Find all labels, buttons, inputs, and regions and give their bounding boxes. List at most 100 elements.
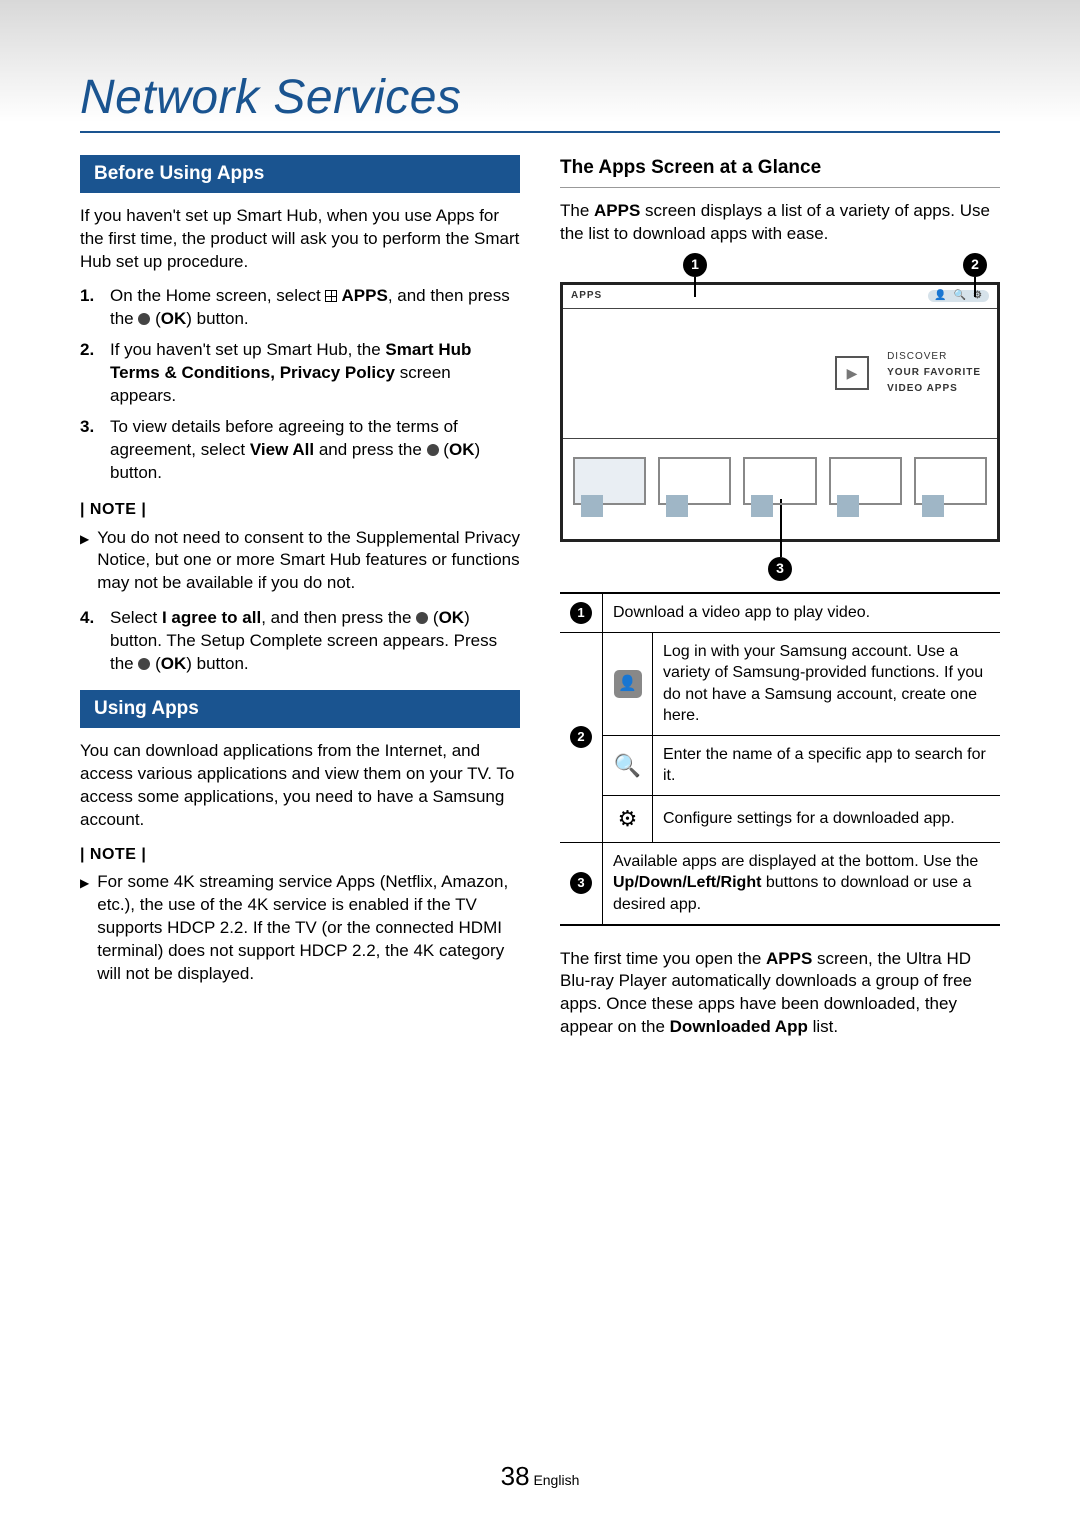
legend-num-1: 1 <box>570 602 592 624</box>
setup-steps-cont: 4. Select I agree to all, and then press… <box>80 607 520 676</box>
t: YOUR FAVORITE <box>887 365 981 381</box>
legend-text: Enter the name of a specific app to sear… <box>653 735 1001 795</box>
step-text: Select I agree to all, and then press th… <box>110 607 520 676</box>
note-text: For some 4K streaming service Apps (Netf… <box>97 871 520 986</box>
t: , and then press the <box>261 608 416 627</box>
legend-num-3: 3 <box>570 872 592 894</box>
legend-text: Log in with your Samsung account. Use a … <box>653 632 1001 735</box>
t: If you haven't set up Smart Hub, the <box>110 340 385 359</box>
legend-text: Download a video app to play video. <box>603 593 1001 633</box>
callout-1: 1 <box>683 253 707 277</box>
step-text: On the Home screen, select APPS, and the… <box>110 285 520 331</box>
apps-label: APPS <box>571 289 602 303</box>
app-tile <box>573 457 646 505</box>
note-header: | NOTE | <box>80 844 520 866</box>
page-lang: English <box>533 1472 579 1488</box>
app-tile <box>658 457 731 505</box>
callout-line <box>974 277 976 297</box>
t: The <box>560 201 594 220</box>
step-4: 4. Select I agree to all, and then press… <box>80 607 520 676</box>
ok-button-icon <box>427 444 439 456</box>
app-tile <box>743 457 816 505</box>
before-using-apps-header: Before Using Apps <box>80 155 520 193</box>
bullet-icon: ▶ <box>80 871 89 986</box>
t: DISCOVER <box>887 349 981 365</box>
step-1: 1. On the Home screen, select APPS, and … <box>80 285 520 331</box>
t: APPS <box>337 286 387 305</box>
glance-para: The APPS screen displays a list of a var… <box>560 200 1000 246</box>
t: Downloaded App <box>670 1017 808 1036</box>
note-item: ▶ For some 4K streaming service Apps (Ne… <box>80 871 520 986</box>
legend-num-2: 2 <box>570 726 592 748</box>
right-column: The Apps Screen at a Glance The APPS scr… <box>560 155 1000 1051</box>
note-text: You do not need to consent to the Supple… <box>97 527 520 596</box>
ok-button-icon <box>138 658 150 670</box>
apps-screen-diagram: 1 2 3 APPS 👤 🔍 ⚙ ▶ DISCOVER <box>560 282 1000 542</box>
account-icon: 👤 <box>934 291 947 301</box>
callout-line <box>780 499 782 557</box>
t: (OK) button. <box>150 654 248 673</box>
step-num: 4. <box>80 607 100 676</box>
step-num: 2. <box>80 339 100 408</box>
before-para: If you haven't set up Smart Hub, when yo… <box>80 205 520 274</box>
step-num: 3. <box>80 416 100 485</box>
t: Up/Down/Left/Right <box>613 874 761 891</box>
legend-row-3: 3 Available apps are displayed at the bo… <box>560 842 1000 924</box>
t: Select <box>110 608 162 627</box>
t: list. <box>808 1017 838 1036</box>
apps-top-bar: APPS 👤 🔍 ⚙ <box>563 285 997 309</box>
tile-badge <box>751 495 773 517</box>
legend-row-1: 1 Download a video app to play video. <box>560 593 1000 633</box>
step-text: To view details before agreeing to the t… <box>110 416 520 485</box>
app-tile <box>914 457 987 505</box>
t: Available apps are displayed at the bott… <box>613 853 978 870</box>
page-number: 38 <box>501 1461 530 1491</box>
legend-row-2c: ⚙ Configure settings for a downloaded ap… <box>560 796 1000 843</box>
tile-badge <box>922 495 944 517</box>
legend-text: Configure settings for a downloaded app. <box>653 796 1001 843</box>
search-icon: 🔍 <box>603 735 653 795</box>
page-footer: 38 English <box>0 1461 1080 1492</box>
note-header: | NOTE | <box>80 499 520 521</box>
legend-row-2b: 🔍 Enter the name of a specific app to se… <box>560 735 1000 795</box>
legend-text: Available apps are displayed at the bott… <box>603 842 1001 924</box>
t: APPS <box>594 201 640 220</box>
tile-badge <box>837 495 859 517</box>
t: On the Home screen, select <box>110 286 325 305</box>
gear-icon: ⚙ <box>603 796 653 843</box>
tile-badge <box>581 495 603 517</box>
ok-button-icon <box>416 612 428 624</box>
t: View All <box>250 440 314 459</box>
app-tile <box>829 457 902 505</box>
step-3: 3. To view details before agreeing to th… <box>80 416 520 485</box>
bullet-icon: ▶ <box>80 527 89 596</box>
note-item: ▶ You do not need to consent to the Supp… <box>80 527 520 596</box>
using-apps-header: Using Apps <box>80 690 520 728</box>
callout-line <box>694 277 696 297</box>
play-icon: ▶ <box>835 356 869 390</box>
tile-badge <box>666 495 688 517</box>
callout-2: 2 <box>963 253 987 277</box>
closing-para: The first time you open the APPS screen,… <box>560 948 1000 1040</box>
legend-table: 1 Download a video app to play video. 2 … <box>560 592 1000 926</box>
t: The first time you open the <box>560 949 766 968</box>
t: I agree to all <box>162 608 261 627</box>
ok-button-icon <box>138 313 150 325</box>
t: and press the <box>314 440 426 459</box>
step-text: If you haven't set up Smart Hub, the Sma… <box>110 339 520 408</box>
left-column: Before Using Apps If you haven't set up … <box>80 155 520 1051</box>
apps-top-icons: 👤 🔍 ⚙ <box>928 290 989 302</box>
account-icon: 👤 <box>614 670 642 698</box>
callout-3: 3 <box>768 557 792 581</box>
t: (OK) button. <box>150 309 248 328</box>
legend-row-2a: 2 👤 Log in with your Samsung account. Us… <box>560 632 1000 735</box>
using-para: You can download applications from the I… <box>80 740 520 832</box>
t: VIDEO APPS <box>887 381 981 397</box>
apps-feature-row: ▶ DISCOVER YOUR FAVORITE VIDEO APPS <box>563 309 997 439</box>
search-icon: 🔍 <box>954 291 967 301</box>
discover-text: DISCOVER YOUR FAVORITE VIDEO APPS <box>887 349 981 397</box>
setup-steps: 1. On the Home screen, select APPS, and … <box>80 285 520 485</box>
step-2: 2. If you haven't set up Smart Hub, the … <box>80 339 520 408</box>
page-title: Network Services <box>80 70 1000 133</box>
step-num: 1. <box>80 285 100 331</box>
